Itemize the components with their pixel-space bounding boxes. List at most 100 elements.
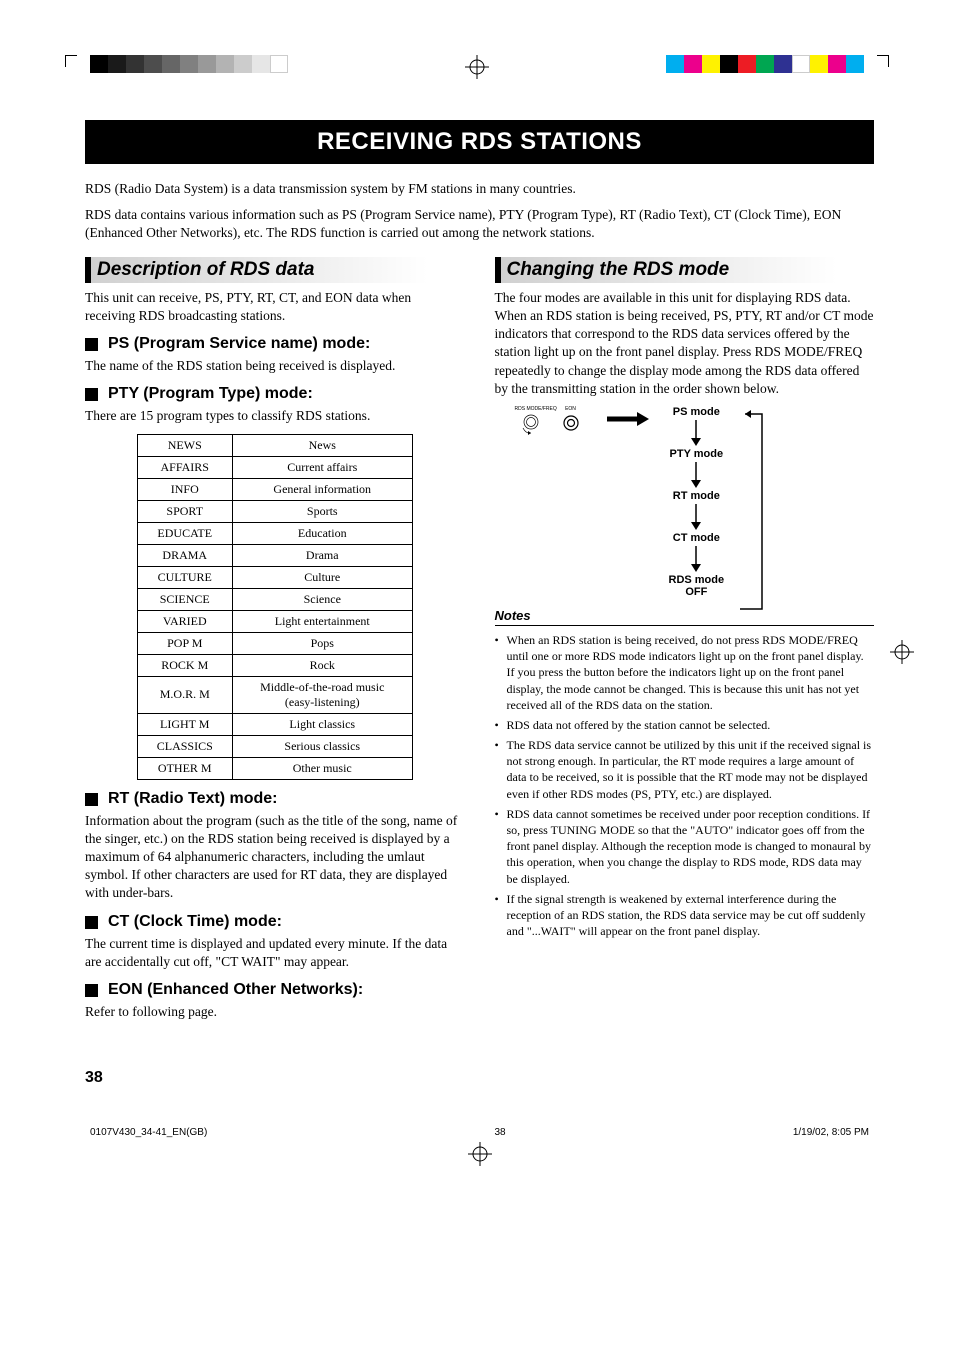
footer-filename: 0107V430_34-41_EN(GB): [90, 1127, 207, 1138]
pty-code-cell: NEWS: [137, 434, 232, 456]
down-arrow-icon: [690, 462, 702, 488]
pty-desc-cell: Science: [232, 588, 412, 610]
pty-desc-cell: Current affairs: [232, 456, 412, 478]
notes-list: When an RDS station is being received, d…: [495, 632, 875, 939]
description-body: This unit can receive, PS, PTY, RT, CT, …: [85, 289, 465, 325]
flow-mode-label: PTY mode: [670, 448, 724, 460]
rds-mode-freq-button-icon: RDS MODE/FREQ: [515, 406, 547, 436]
rt-mode-heading-text: RT (Radio Text) mode:: [108, 790, 277, 808]
changing-mode-body: The four modes are available in this uni…: [495, 289, 875, 398]
square-bullet-icon: [85, 793, 98, 806]
square-bullet-icon: [85, 338, 98, 351]
table-row: VARIEDLight entertainment: [137, 610, 412, 632]
table-row: AFFAIRSCurrent affairs: [137, 456, 412, 478]
ct-mode-heading: CT (Clock Time) mode:: [85, 913, 465, 931]
down-arrow-icon: [690, 546, 702, 572]
square-bullet-icon: [85, 916, 98, 929]
pty-code-cell: INFO: [137, 478, 232, 500]
ct-mode-heading-text: CT (Clock Time) mode:: [108, 913, 282, 931]
pty-desc-cell: Pops: [232, 632, 412, 654]
mode-flow-diagram: RDS MODE/FREQ EON PS modeP: [495, 406, 875, 598]
footer-timestamp: 1/19/02, 8:05 PM: [793, 1127, 869, 1138]
table-row: ROCK MRock: [137, 654, 412, 676]
pty-code-cell: POP M: [137, 632, 232, 654]
loop-back-arrow-icon: [737, 409, 767, 619]
intro-paragraph-1: RDS (Radio Data System) is a data transm…: [85, 180, 874, 198]
square-bullet-icon: [85, 984, 98, 997]
table-row: M.O.R. MMiddle-of-the-road music(easy-li…: [137, 676, 412, 713]
section-changing-mode-heading: Changing the RDS mode: [495, 257, 875, 283]
pty-code-cell: DRAMA: [137, 544, 232, 566]
list-item: The RDS data service cannot be utilized …: [495, 737, 875, 802]
list-item: RDS data not offered by the station cann…: [495, 717, 875, 733]
pty-code-cell: CLASSICS: [137, 735, 232, 757]
ct-mode-body: The current time is displayed and update…: [85, 935, 465, 971]
table-row: SPORTSports: [137, 500, 412, 522]
pty-mode-heading: PTY (Program Type) mode:: [85, 385, 465, 403]
list-item: RDS data cannot sometimes be received un…: [495, 806, 875, 887]
pty-code-cell: ROCK M: [137, 654, 232, 676]
pty-table: NEWSNewsAFFAIRSCurrent affairsINFOGenera…: [137, 434, 413, 780]
intro-paragraph-2: RDS data contains various information su…: [85, 206, 874, 242]
table-row: DRAMADrama: [137, 544, 412, 566]
page-number: 38: [85, 1069, 874, 1087]
eon-body: Refer to following page.: [85, 1003, 465, 1021]
pty-desc-cell: Light entertainment: [232, 610, 412, 632]
pty-desc-cell: Rock: [232, 654, 412, 676]
ps-mode-heading-text: PS (Program Service name) mode:: [108, 335, 370, 353]
table-row: POP MPops: [137, 632, 412, 654]
pty-desc-cell: Education: [232, 522, 412, 544]
pty-code-cell: LIGHT M: [137, 713, 232, 735]
page-title-banner: RECEIVING RDS STATIONS: [85, 120, 874, 164]
pty-desc-cell: Drama: [232, 544, 412, 566]
flow-mode-label: RT mode: [673, 490, 720, 502]
rds-mode-freq-label: RDS MODE/FREQ: [515, 406, 547, 412]
flow-mode-label: CT mode: [673, 532, 720, 544]
flow-mode-label: PS mode: [673, 406, 720, 418]
pty-code-cell: M.O.R. M: [137, 676, 232, 713]
table-row: LIGHT MLight classics: [137, 713, 412, 735]
eon-heading-text: EON (Enhanced Other Networks):: [108, 981, 363, 999]
notes-heading: Notes: [495, 608, 875, 626]
pty-desc-cell: General information: [232, 478, 412, 500]
pty-desc-cell: News: [232, 434, 412, 456]
pty-desc-cell: Middle-of-the-road music(easy-listening): [232, 676, 412, 713]
pty-code-cell: CULTURE: [137, 566, 232, 588]
footer-page: 38: [495, 1127, 506, 1138]
pty-desc-cell: Sports: [232, 500, 412, 522]
table-row: CULTURECulture: [137, 566, 412, 588]
pty-mode-heading-text: PTY (Program Type) mode:: [108, 385, 313, 403]
table-row: SCIENCEScience: [137, 588, 412, 610]
pty-desc-cell: Other music: [232, 757, 412, 779]
pty-code-cell: VARIED: [137, 610, 232, 632]
square-bullet-icon: [85, 388, 98, 401]
pty-desc-cell: Culture: [232, 566, 412, 588]
pty-code-cell: OTHER M: [137, 757, 232, 779]
section-description-heading: Description of RDS data: [85, 257, 465, 283]
pty-desc-cell: Light classics: [232, 713, 412, 735]
pty-code-cell: SCIENCE: [137, 588, 232, 610]
list-item: When an RDS station is being received, d…: [495, 632, 875, 713]
flow-mode-label: RDS modeOFF: [669, 574, 725, 598]
table-row: INFOGeneral information: [137, 478, 412, 500]
table-row: EDUCATEEducation: [137, 522, 412, 544]
rt-mode-body: Information about the program (such as t…: [85, 812, 465, 903]
pty-code-cell: AFFAIRS: [137, 456, 232, 478]
ps-mode-heading: PS (Program Service name) mode:: [85, 335, 465, 353]
eon-heading: EON (Enhanced Other Networks):: [85, 981, 465, 999]
pty-desc-cell: Serious classics: [232, 735, 412, 757]
pty-code-cell: SPORT: [137, 500, 232, 522]
down-arrow-icon: [690, 504, 702, 530]
list-item: If the signal strength is weakened by ex…: [495, 891, 875, 940]
flow-arrow-right-icon: [607, 412, 649, 431]
rt-mode-heading: RT (Radio Text) mode:: [85, 790, 465, 808]
eon-button-label: EON: [555, 406, 587, 412]
pty-mode-body: There are 15 program types to classify R…: [85, 407, 465, 425]
pty-code-cell: EDUCATE: [137, 522, 232, 544]
eon-button-icon: EON: [555, 406, 587, 432]
table-row: NEWSNews: [137, 434, 412, 456]
down-arrow-icon: [690, 420, 702, 446]
table-row: CLASSICSSerious classics: [137, 735, 412, 757]
table-row: OTHER MOther music: [137, 757, 412, 779]
ps-mode-body: The name of the RDS station being receiv…: [85, 357, 465, 375]
